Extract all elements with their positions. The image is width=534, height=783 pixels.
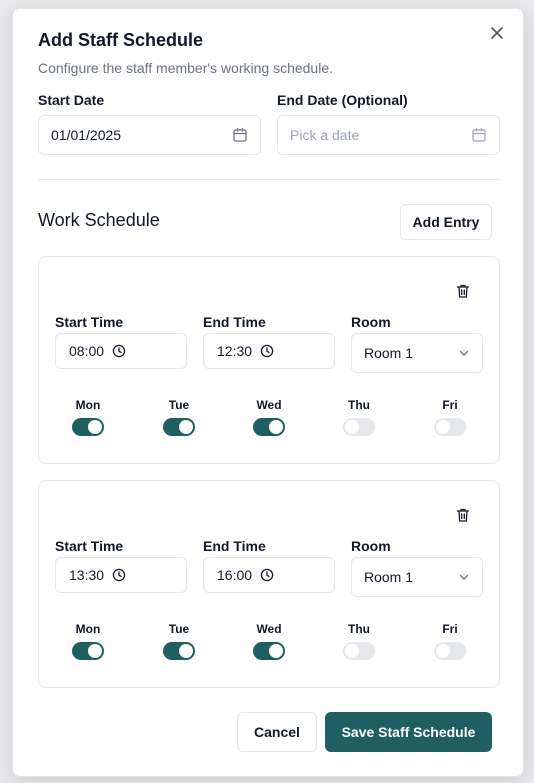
start-time-input[interactable]: 08:00: [55, 333, 187, 369]
calendar-icon: [233, 127, 247, 142]
schedule-entry-card: Start Time 13:30 End Time 16:00 Room Roo…: [38, 480, 500, 688]
end-time-input[interactable]: 16:00: [203, 557, 335, 593]
room-select[interactable]: Room 1: [351, 557, 483, 597]
end-time-value: 16:00: [217, 567, 253, 583]
clock-icon: [112, 568, 126, 582]
dialog-title: Add Staff Schedule: [38, 30, 204, 50]
section-divider: [38, 179, 500, 180]
trash-icon: [456, 508, 470, 522]
end-time-input[interactable]: 12:30: [203, 333, 335, 369]
delete-entry-button[interactable]: [455, 507, 471, 523]
day-label: Wed: [256, 622, 282, 636]
day-toggle-thu[interactable]: [343, 642, 375, 660]
room-select-value: Room 1: [364, 345, 414, 361]
day-mon: Mon: [68, 398, 108, 441]
start-date-label: Start Date: [38, 92, 105, 108]
day-thu: Thu: [339, 622, 379, 665]
clock-icon: [260, 568, 274, 582]
day-toggle-fri[interactable]: [434, 642, 466, 660]
day-label: Mon: [75, 622, 101, 636]
day-thu: Thu: [339, 398, 379, 441]
room-label: Room: [351, 538, 391, 554]
day-toggle-mon[interactable]: [72, 418, 104, 436]
schedule-entry-card: Start Time 08:00 End Time 12:30 Room Roo…: [38, 256, 500, 464]
start-time-value: 13:30: [69, 567, 105, 583]
end-time-label: End Time: [203, 314, 266, 330]
end-time-value: 12:30: [217, 343, 253, 359]
room-label: Room: [351, 314, 391, 330]
cancel-button[interactable]: Cancel: [237, 712, 317, 752]
close-icon: [491, 27, 503, 39]
day-toggle-wed[interactable]: [253, 642, 285, 660]
day-tue: Tue: [159, 398, 199, 441]
day-label: Thu: [348, 398, 370, 412]
trash-icon: [456, 284, 470, 298]
add-staff-schedule-dialog: Add Staff Schedule Configure the staff m…: [12, 8, 524, 777]
day-label: Thu: [348, 622, 370, 636]
day-label: Tue: [168, 398, 190, 412]
day-label: Fri: [442, 622, 458, 636]
delete-entry-button[interactable]: [455, 283, 471, 299]
day-tue: Tue: [159, 622, 199, 665]
day-fri: Fri: [430, 622, 470, 665]
add-entry-button[interactable]: Add Entry: [400, 204, 492, 240]
work-schedule-title: Work Schedule: [38, 210, 160, 230]
start-time-value: 08:00: [69, 343, 105, 359]
calendar-icon: [472, 127, 486, 142]
day-toggle-mon[interactable]: [72, 642, 104, 660]
day-fri: Fri: [430, 398, 470, 441]
start-time-label: Start Time: [55, 538, 124, 554]
start-time-label: Start Time: [55, 314, 124, 330]
day-wed: Wed: [249, 398, 289, 441]
day-label: Mon: [75, 398, 101, 412]
end-date-input[interactable]: Pick a date: [277, 115, 500, 155]
clock-icon: [260, 344, 274, 358]
day-label: Tue: [168, 622, 190, 636]
clock-icon: [112, 344, 126, 358]
day-wed: Wed: [249, 622, 289, 665]
day-label: Fri: [442, 398, 458, 412]
day-mon: Mon: [68, 622, 108, 665]
dialog-subtitle: Configure the staff member's working sch…: [38, 60, 334, 76]
save-staff-schedule-button[interactable]: Save Staff Schedule: [325, 712, 492, 752]
start-date-input[interactable]: 01/01/2025: [38, 115, 261, 155]
start-time-input[interactable]: 13:30: [55, 557, 187, 593]
day-toggle-thu[interactable]: [343, 418, 375, 436]
start-date-value: 01/01/2025: [51, 127, 122, 143]
room-select-value: Room 1: [364, 569, 414, 585]
day-toggle-tue[interactable]: [163, 642, 195, 660]
chevron-down-icon: [459, 350, 469, 356]
end-date-label: End Date (Optional): [277, 92, 408, 108]
day-toggle-tue[interactable]: [163, 418, 195, 436]
close-button[interactable]: [487, 23, 507, 43]
end-date-placeholder: Pick a date: [290, 127, 360, 143]
chevron-down-icon: [459, 574, 469, 580]
room-select[interactable]: Room 1: [351, 333, 483, 373]
day-toggle-wed[interactable]: [253, 418, 285, 436]
end-time-label: End Time: [203, 538, 266, 554]
day-label: Wed: [256, 398, 282, 412]
day-toggle-fri[interactable]: [434, 418, 466, 436]
